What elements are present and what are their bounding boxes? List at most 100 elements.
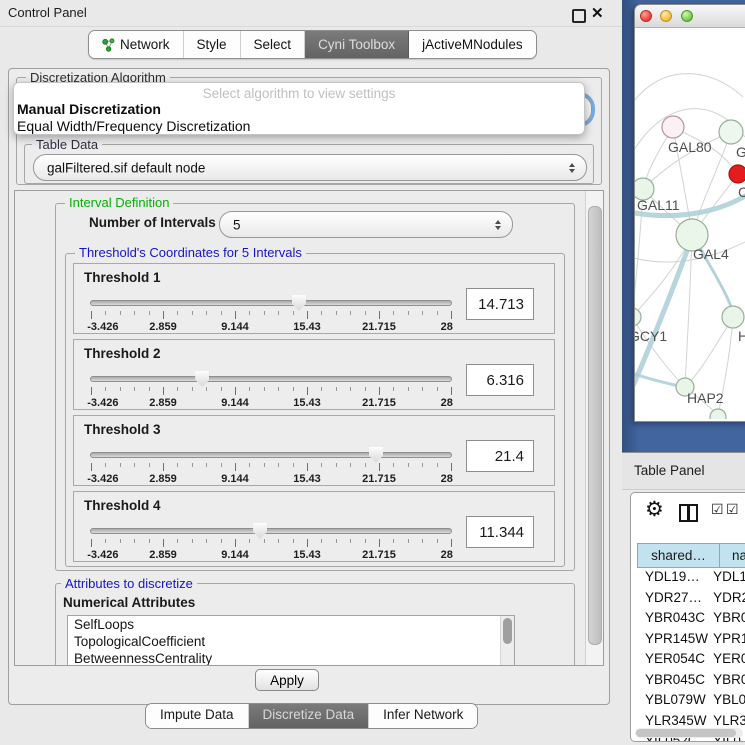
tick-mark	[321, 387, 322, 391]
network-node[interactable]	[635, 308, 641, 326]
network-node-label: C	[738, 184, 745, 200]
threshold-panel-2: Threshold 2 -3.4262.8599.14415.4321.71528…	[73, 339, 555, 410]
table-rows: YDL19…YDL1YDR27…YDR2YBR043CYBR0YPR145WYP…	[637, 569, 745, 742]
slider-thumb[interactable]	[292, 295, 306, 311]
tick-mark	[120, 463, 121, 467]
column-header-1[interactable]: shared…	[637, 543, 720, 568]
close-traffic-light-icon[interactable]	[640, 10, 652, 22]
table-panel: ⚙ ☑ ☑ shared…name YDL19…YDL1YDR27…YDR2YB…	[630, 492, 745, 742]
tab-select[interactable]: Select	[241, 31, 306, 58]
threshold-value-1[interactable]: 14.713	[466, 288, 534, 320]
tick-mark	[91, 387, 92, 395]
network-node[interactable]	[719, 120, 743, 144]
table-hscrollbar-thumb[interactable]	[636, 729, 736, 737]
tab-impute-data[interactable]: Impute Data	[146, 704, 249, 728]
panel-scrollbar[interactable]	[585, 191, 603, 665]
threshold-label: Threshold 1	[84, 270, 161, 285]
tick-mark	[163, 539, 164, 547]
tab-cyni-toolbox[interactable]: Cyni Toolbox	[305, 31, 409, 58]
threshold-label: Threshold 2	[84, 346, 161, 361]
dropdown-option-equal-width-frequency-discretization[interactable]: Equal Width/Frequency Discretization	[17, 118, 581, 135]
tab-style[interactable]: Style	[184, 31, 241, 58]
list-scrollbar[interactable]	[500, 616, 514, 666]
tick-mark	[379, 387, 380, 395]
dropdown-option-manual-discretization[interactable]: Manual Discretization	[17, 101, 581, 118]
tick-label: 2.859	[149, 473, 177, 485]
tick-mark	[192, 463, 193, 467]
checkbox-icon[interactable]: ☑	[711, 501, 724, 518]
network-node[interactable]	[662, 116, 684, 138]
threshold-value-3[interactable]: 21.4	[466, 440, 534, 472]
table-row[interactable]: YER054CYER0	[637, 651, 745, 672]
threshold-value-4[interactable]: 11.344	[466, 516, 534, 548]
tick-mark	[105, 311, 106, 315]
tick-mark	[192, 539, 193, 543]
attribute-item-selfloops[interactable]: SelfLoops	[68, 616, 514, 633]
network-edge-thick[interactable]	[635, 235, 693, 395]
tick-mark	[293, 311, 294, 315]
table-row[interactable]: YBL079WYBL0	[637, 692, 745, 713]
threshold-slider-1[interactable]: -3.4262.8599.14415.4321.71528	[90, 292, 452, 332]
table-row[interactable]: YPR145WYPR1	[637, 631, 745, 652]
tick-mark	[307, 311, 308, 319]
list-scrollbar-thumb[interactable]	[503, 618, 512, 644]
cell: YBL079W	[637, 692, 709, 713]
gear-icon[interactable]: ⚙	[645, 497, 664, 522]
tick-mark	[365, 387, 366, 391]
network-edge[interactable]	[635, 74, 743, 107]
tick-mark	[163, 387, 164, 395]
tab-network[interactable]: Network	[89, 31, 184, 58]
attribute-item-betweennesscentrality[interactable]: BetweennessCentrality	[68, 650, 514, 666]
network-canvas[interactable]: GAL80GACGAL11GAL4GCY1HHAP2	[635, 27, 745, 419]
tick-mark	[91, 311, 92, 319]
panel-scrollbar-thumb[interactable]	[588, 206, 602, 645]
slider-thumb[interactable]	[369, 447, 383, 463]
algorithm-dropdown-popup: Select algorithm to view settings Manual…	[13, 82, 585, 135]
numerical-attributes-list[interactable]: SelfLoopsTopologicalCoefficientBetweenne…	[67, 615, 515, 666]
interval-definition-title: Interval Definition	[65, 195, 173, 210]
panel-title: Control Panel	[8, 5, 87, 20]
checkbox-icon[interactable]: ☑	[726, 501, 739, 518]
threshold-slider-2[interactable]: -3.4262.8599.14415.4321.71528	[90, 368, 452, 408]
tick-mark	[365, 311, 366, 315]
tick-mark	[134, 539, 135, 543]
tick-label: 21.715	[362, 321, 396, 333]
minimize-traffic-light-icon[interactable]	[660, 10, 672, 22]
tab-discretize-data[interactable]: Discretize Data	[249, 704, 370, 728]
table-data-combo[interactable]: galFiltered.sif default node	[33, 154, 587, 181]
float-window-icon[interactable]	[572, 9, 586, 23]
close-icon[interactable]: ✕	[591, 4, 604, 22]
attribute-item-topologicalcoefficient[interactable]: TopologicalCoefficient	[68, 633, 514, 650]
slider-thumb[interactable]	[253, 523, 267, 539]
tick-mark	[408, 311, 409, 315]
network-node[interactable]	[710, 409, 726, 419]
network-node[interactable]	[729, 165, 745, 183]
zoom-traffic-light-icon[interactable]	[681, 10, 693, 22]
control-panel-titlebar: Control Panel ✕	[0, 0, 622, 27]
threshold-slider-4[interactable]: -3.4262.8599.14415.4321.71528	[90, 520, 452, 560]
threshold-slider-3[interactable]: -3.4262.8599.14415.4321.71528	[90, 444, 452, 484]
table-hscrollbar[interactable]	[635, 728, 743, 738]
apply-button[interactable]: Apply	[255, 669, 319, 691]
slider-ticks	[91, 311, 451, 320]
tick-mark	[120, 311, 121, 315]
threshold-value-2[interactable]: 6.316	[466, 364, 534, 396]
column-header-2[interactable]: name	[720, 543, 745, 568]
slider-thumb[interactable]	[195, 371, 209, 387]
tick-mark	[437, 387, 438, 391]
tab-infer-network[interactable]: Infer Network	[369, 704, 477, 728]
table-row[interactable]: YDR27…YDR2	[637, 590, 745, 611]
tab-jactivemnodules[interactable]: jActiveMNodules	[409, 31, 536, 58]
tick-mark	[365, 539, 366, 543]
number-of-intervals-combo[interactable]: 5	[219, 211, 513, 238]
network-node[interactable]	[722, 306, 744, 328]
cell: YER0	[709, 651, 745, 672]
tick-mark	[278, 539, 279, 543]
table-row[interactable]: YBR043CYBR0	[637, 610, 745, 631]
table-row[interactable]: YDL19…YDL1	[637, 569, 745, 590]
tab-label: Network	[120, 32, 170, 57]
tick-mark	[177, 387, 178, 391]
split-columns-icon[interactable]	[679, 504, 698, 522]
table-row[interactable]: YBR045CYBR0	[637, 672, 745, 693]
network-window-titlebar[interactable]	[635, 5, 745, 28]
